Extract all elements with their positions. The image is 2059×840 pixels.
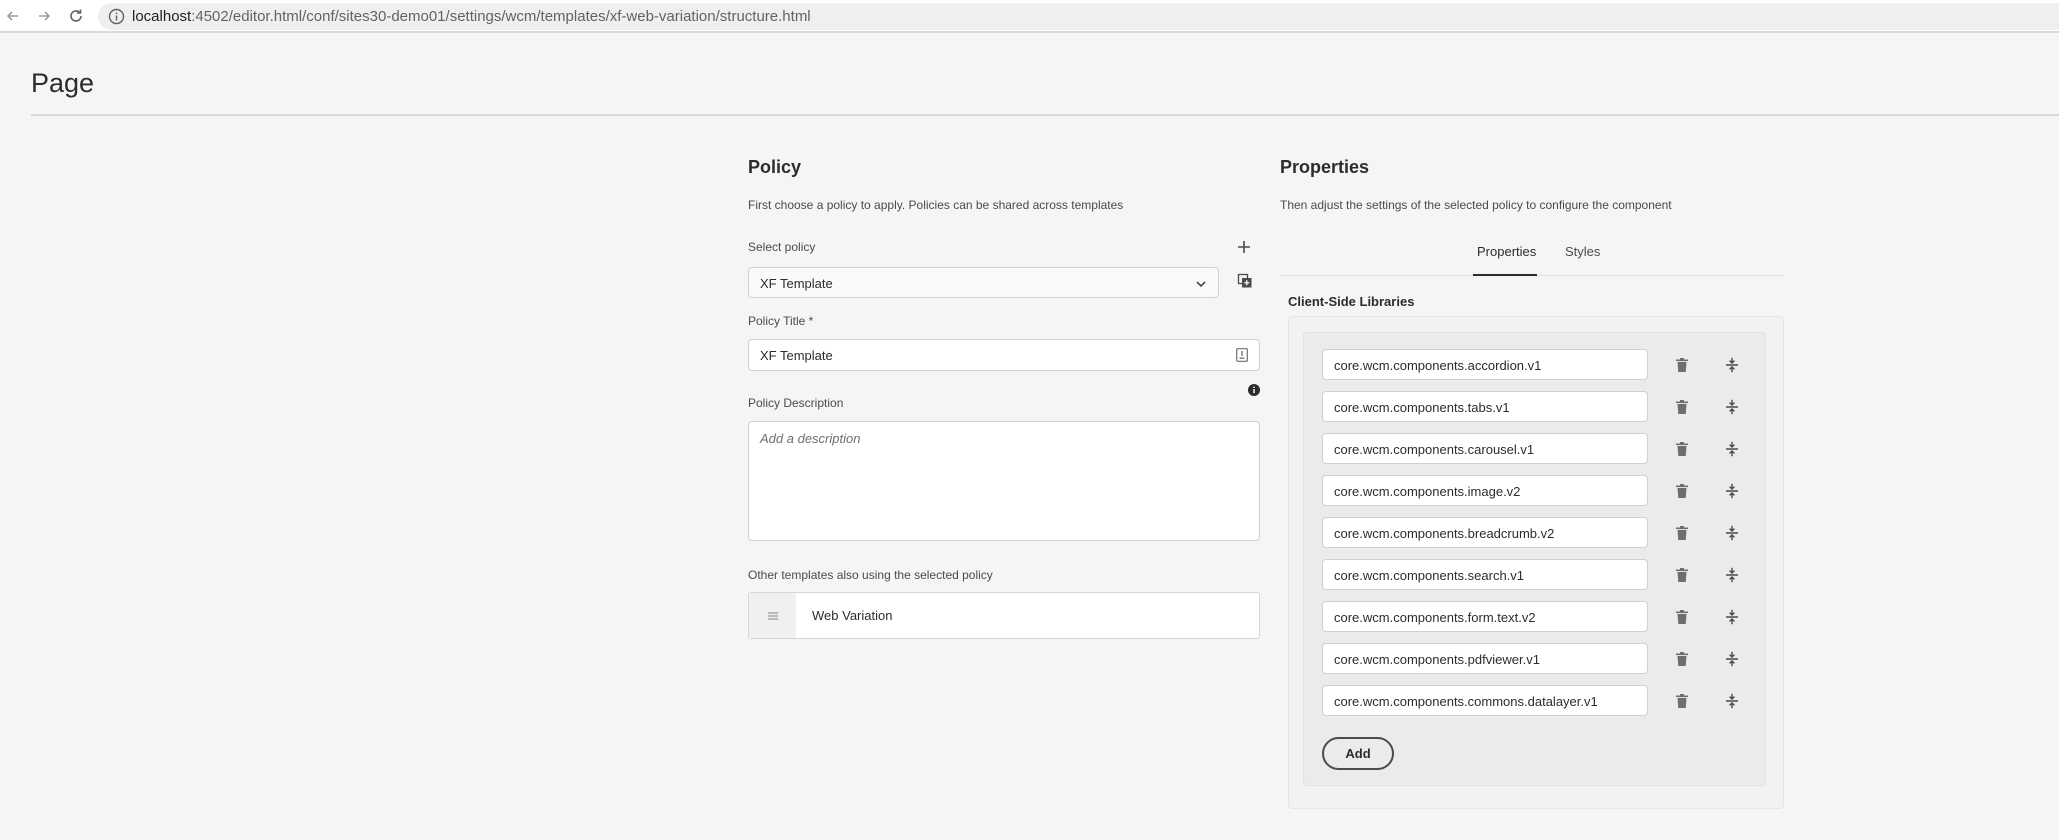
properties-tabs: Properties Styles: [1280, 236, 1783, 276]
policy-select-value: XF Template: [760, 276, 833, 291]
delete-library-button[interactable]: [1673, 482, 1691, 500]
add-library-button[interactable]: Add: [1322, 737, 1394, 770]
reorder-library-handle[interactable]: [1723, 356, 1741, 374]
reload-icon: [70, 9, 82, 22]
trash-icon: [1676, 400, 1688, 414]
plus-icon: [1238, 241, 1250, 253]
drag-handle-icon: [1726, 441, 1738, 457]
forward-button[interactable]: [33, 5, 55, 27]
policy-description-label: Policy Description: [748, 396, 844, 410]
delete-library-button[interactable]: [1673, 356, 1691, 374]
reorder-library-handle[interactable]: [1723, 482, 1741, 500]
drag-handle-icon: [1726, 651, 1738, 667]
drag-handle-icon: [1726, 525, 1738, 541]
template-thumbnail: [749, 593, 796, 638]
back-button[interactable]: [2, 5, 24, 27]
browser-toolbar: localhost:4502/editor.html/conf/sites30-…: [0, 0, 2059, 33]
library-value: core.wcm.components.image.v2: [1334, 484, 1521, 499]
library-value: core.wcm.components.search.v1: [1334, 568, 1525, 583]
address-bar[interactable]: localhost:4502/editor.html/conf/sites30-…: [98, 3, 2059, 30]
delete-library-button[interactable]: [1673, 650, 1691, 668]
policy-description-textarea[interactable]: Add a description: [748, 421, 1260, 541]
library-value: core.wcm.components.accordion.v1: [1334, 358, 1542, 373]
copy-icon: [1237, 273, 1252, 288]
drag-handle-icon: [1726, 483, 1738, 499]
library-input[interactable]: core.wcm.components.commons.datalayer.v1: [1322, 685, 1648, 716]
delete-library-button[interactable]: [1673, 440, 1691, 458]
url-path: :4502/editor.html/conf/sites30-demo01/se…: [191, 8, 811, 25]
trash-icon: [1676, 652, 1688, 666]
library-value: core.wcm.components.carousel.v1: [1334, 442, 1535, 457]
library-value: core.wcm.components.commons.datalayer.v1: [1334, 694, 1598, 709]
properties-title: Properties: [1280, 157, 1370, 177]
policy-description-text: First choose a policy to apply. Policies…: [748, 198, 1124, 212]
template-icon: [767, 611, 778, 620]
drag-handle-icon: [1726, 567, 1738, 583]
policy-select[interactable]: XF Template: [748, 267, 1219, 298]
library-input[interactable]: core.wcm.components.form.text.v2: [1322, 601, 1648, 632]
trash-icon: [1676, 694, 1688, 708]
policy-title-value: XF Template: [760, 348, 833, 363]
policy-title-label: Policy Title *: [748, 314, 814, 328]
trash-icon: [1676, 526, 1688, 540]
drag-handle-icon: [1726, 357, 1738, 373]
trash-icon: [1676, 442, 1688, 456]
reorder-library-handle[interactable]: [1723, 608, 1741, 626]
tab-properties[interactable]: Properties: [1477, 244, 1536, 259]
arrow-left-icon: [6, 11, 18, 21]
library-value: core.wcm.components.tabs.v1: [1334, 400, 1510, 415]
reorder-library-handle[interactable]: [1723, 440, 1741, 458]
reorder-library-handle[interactable]: [1723, 566, 1741, 584]
chevron-down-icon: [1196, 281, 1206, 288]
page-title: Page: [31, 68, 95, 98]
library-input[interactable]: core.wcm.components.search.v1: [1322, 559, 1648, 590]
url-text: localhost:4502/editor.html/conf/sites30-…: [132, 8, 811, 25]
add-policy-button[interactable]: [1235, 238, 1253, 256]
properties-description-text: Then adjust the settings of the selected…: [1280, 198, 1672, 212]
select-policy-label: Select policy: [748, 240, 816, 254]
url-host: localhost: [132, 8, 192, 25]
copy-policy-button[interactable]: [1235, 271, 1255, 291]
drag-handle-icon: [1726, 399, 1738, 415]
delete-library-button[interactable]: [1673, 398, 1691, 416]
reload-button[interactable]: [65, 5, 87, 27]
template-name: Web Variation: [812, 608, 893, 623]
trash-icon: [1676, 568, 1688, 582]
page-divider: [31, 114, 2059, 116]
drag-handle-icon: [1726, 693, 1738, 709]
library-value: core.wcm.components.breadcrumb.v2: [1334, 526, 1555, 541]
policy-title: Policy: [748, 157, 802, 177]
client-libraries-title: Client-Side Libraries: [1288, 294, 1415, 309]
other-templates-label: Other templates also using the selected …: [748, 568, 993, 582]
reorder-library-handle[interactable]: [1723, 692, 1741, 710]
policy-description-placeholder: Add a description: [760, 431, 861, 446]
library-input[interactable]: core.wcm.components.carousel.v1: [1322, 433, 1648, 464]
info-icon[interactable]: [1248, 384, 1260, 396]
delete-library-button[interactable]: [1673, 566, 1691, 584]
trash-icon: [1676, 484, 1688, 498]
library-value: core.wcm.components.form.text.v2: [1334, 610, 1536, 625]
reorder-library-handle[interactable]: [1723, 398, 1741, 416]
delete-library-button[interactable]: [1673, 608, 1691, 626]
reorder-library-handle[interactable]: [1723, 650, 1741, 668]
info-icon[interactable]: [108, 8, 125, 25]
tab-styles[interactable]: Styles: [1565, 244, 1600, 259]
active-tab-indicator: [1473, 274, 1537, 276]
trash-icon: [1676, 610, 1688, 624]
drag-handle-icon: [1726, 609, 1738, 625]
library-input[interactable]: core.wcm.components.image.v2: [1322, 475, 1648, 506]
delete-library-button[interactable]: [1673, 524, 1691, 542]
reorder-library-handle[interactable]: [1723, 524, 1741, 542]
library-input[interactable]: core.wcm.components.pdfviewer.v1: [1322, 643, 1648, 674]
library-input[interactable]: core.wcm.components.tabs.v1: [1322, 391, 1648, 422]
library-input[interactable]: core.wcm.components.breadcrumb.v2: [1322, 517, 1648, 548]
policy-title-input[interactable]: XF Template: [748, 339, 1260, 371]
template-list-item[interactable]: Web Variation: [748, 592, 1260, 639]
translate-icon[interactable]: [1236, 348, 1248, 362]
library-input[interactable]: core.wcm.components.accordion.v1: [1322, 349, 1648, 380]
arrow-right-icon: [39, 11, 51, 21]
library-value: core.wcm.components.pdfviewer.v1: [1334, 652, 1540, 667]
delete-library-button[interactable]: [1673, 692, 1691, 710]
trash-icon: [1676, 358, 1688, 372]
